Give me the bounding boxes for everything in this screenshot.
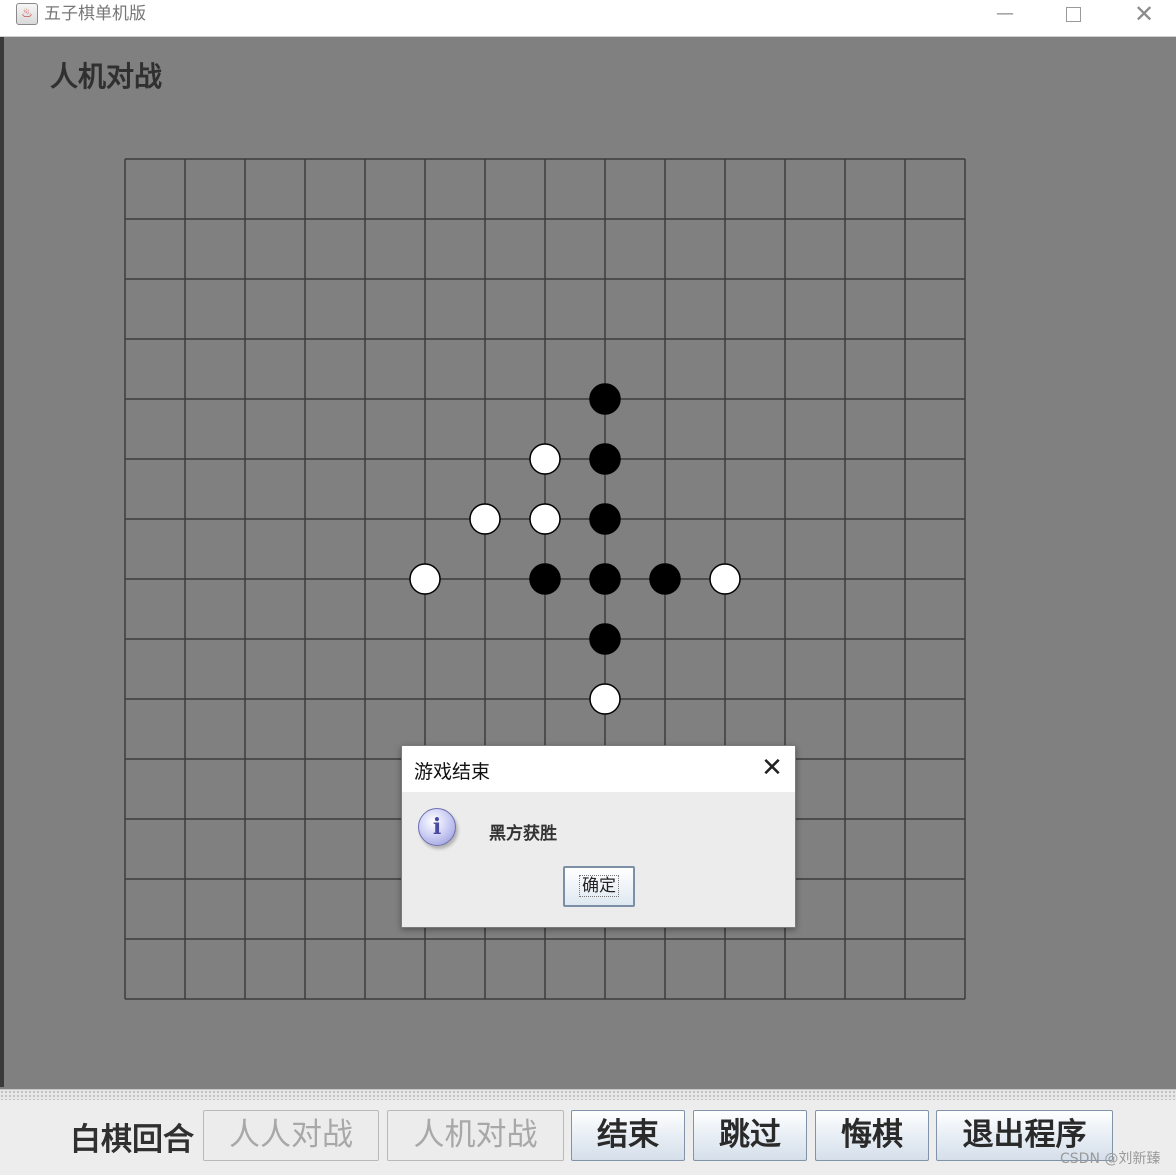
white-stone (589, 683, 621, 715)
window-left-edge (0, 37, 4, 1087)
board-stones (409, 383, 741, 715)
mode-title: 人机对战 (50, 60, 163, 93)
split-divider[interactable] (0, 1089, 1176, 1100)
minimize-button[interactable]: — (975, 0, 1035, 30)
maximize-button[interactable] (1043, 0, 1103, 30)
turn-status-label: 白棋回合 (70, 1122, 194, 1158)
pve-mode-button[interactable]: 人机对战 (387, 1110, 564, 1161)
white-stone (709, 563, 741, 595)
end-game-button[interactable]: 结束 (571, 1110, 685, 1161)
minimize-icon: — (996, 3, 1014, 24)
ok-button[interactable]: 确定 (563, 866, 635, 907)
white-stone (469, 503, 501, 535)
window-title: 五子棋单机版 (44, 4, 146, 24)
undo-move-button[interactable]: 悔棋 (815, 1110, 929, 1161)
dialog-message: 黑方获胜 (489, 824, 557, 844)
white-stone (529, 443, 561, 475)
ok-button-label: 确定 (579, 875, 619, 897)
info-icon: i (418, 808, 456, 846)
dialog-title: 游戏结束 (414, 761, 491, 783)
black-stone (589, 623, 621, 655)
black-stone (589, 563, 621, 595)
close-icon: ✕ (1133, 0, 1155, 28)
black-stone (529, 563, 561, 595)
dialog-close-button[interactable]: ✕ (758, 752, 786, 784)
skip-turn-button[interactable]: 跳过 (693, 1110, 807, 1161)
white-stone (409, 563, 441, 595)
control-panel: 白棋回合 人人对战 人机对战 结束 跳过 悔棋 退出程序 (0, 1100, 1176, 1175)
maximize-icon (1065, 6, 1081, 22)
title-bar: ♨ 五子棋单机版 — ✕ (0, 0, 1176, 37)
close-icon: ✕ (761, 753, 783, 783)
black-stone (649, 563, 681, 595)
close-window-button[interactable]: ✕ (1114, 0, 1174, 30)
black-stone (589, 503, 621, 535)
black-stone (589, 383, 621, 415)
white-stone (529, 503, 561, 535)
pvp-mode-button[interactable]: 人人对战 (203, 1110, 379, 1161)
java-app-icon: ♨ (16, 3, 38, 25)
black-stone (589, 443, 621, 475)
dialog-header: 游戏结束 ✕ (402, 746, 795, 792)
game-over-dialog: 游戏结束 ✕ i 黑方获胜 确定 (401, 745, 796, 928)
watermark: CSDN @刘新臻 (1060, 1151, 1161, 1167)
